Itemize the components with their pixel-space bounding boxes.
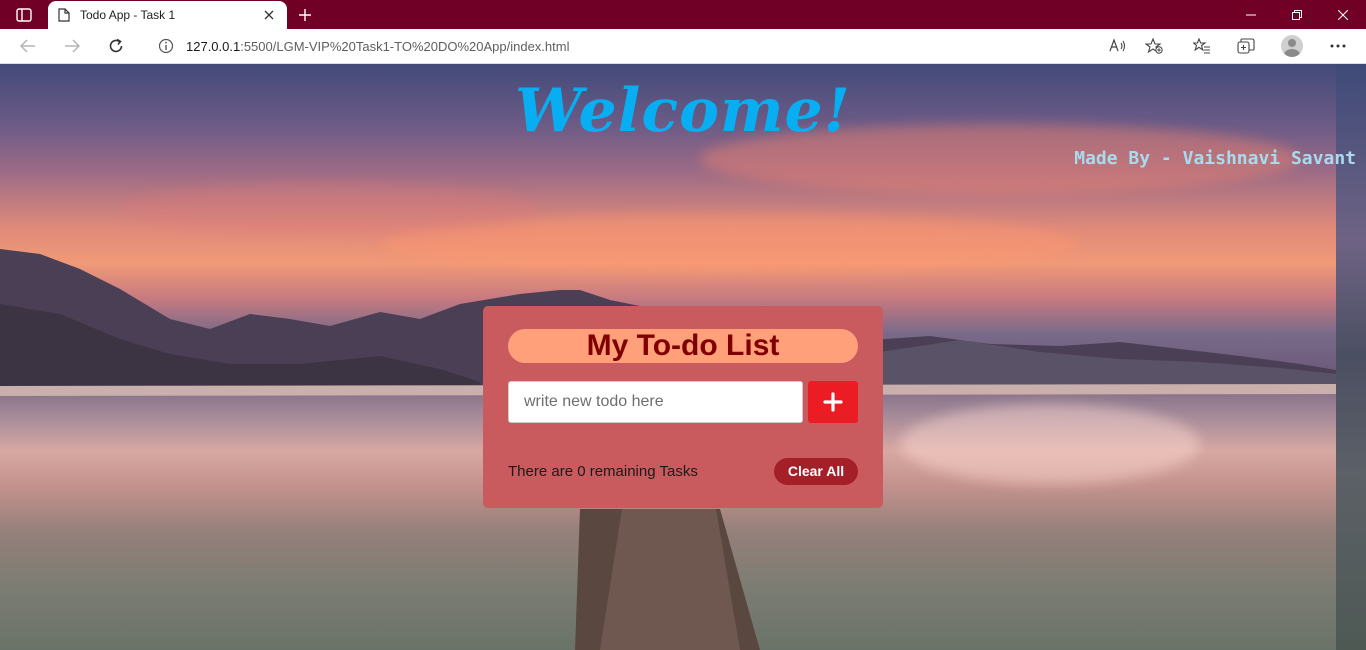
new-tab-button[interactable]: [292, 4, 318, 26]
settings-menu-button[interactable]: [1322, 32, 1354, 60]
sidebar-toggle-button[interactable]: [8, 4, 40, 26]
read-aloud-button[interactable]: [1106, 36, 1130, 56]
reload-icon: [109, 38, 123, 53]
url-path: :5500/LGM-VIP%20Task1-TO%20DO%20App/inde…: [240, 38, 570, 54]
browser-toolbar: 127.0.0.1:5500/LGM-VIP%20Task1-TO%20DO%2…: [0, 29, 1366, 64]
reload-button[interactable]: [100, 32, 132, 60]
close-icon: [264, 10, 274, 20]
collections-icon: [1237, 38, 1255, 54]
forward-button[interactable]: [56, 32, 88, 60]
new-todo-input[interactable]: [508, 381, 803, 423]
restore-button[interactable]: [1274, 0, 1320, 29]
todo-card: My To-do List There are 0 remaining Task…: [483, 306, 883, 508]
browser-tab[interactable]: Todo App - Task 1: [48, 1, 287, 29]
back-arrow-icon: [20, 39, 35, 53]
minimize-icon: [1246, 14, 1256, 15]
url-text[interactable]: 127.0.0.1:5500/LGM-VIP%20Task1-TO%20DO%2…: [186, 39, 569, 54]
welcome-heading: Welcome!: [514, 76, 851, 146]
tab-close-button[interactable]: [261, 7, 277, 23]
favorites-icon: [1193, 38, 1210, 54]
add-favorite-button[interactable]: [1142, 36, 1166, 56]
page-viewport: Welcome! Made By - Vaishnavi Savant My T…: [0, 64, 1366, 650]
browser-titlebar: Todo App - Task 1: [0, 0, 1366, 29]
collections-button[interactable]: [1230, 32, 1262, 60]
close-icon: [1338, 9, 1348, 20]
clear-all-button[interactable]: Clear All: [774, 458, 858, 485]
tab-title: Todo App - Task 1: [80, 8, 176, 22]
info-icon[interactable]: [158, 38, 174, 54]
forward-arrow-icon: [65, 39, 80, 53]
todo-title: My To-do List: [508, 329, 858, 363]
url-host: 127.0.0.1: [186, 38, 241, 54]
restore-icon: [1292, 9, 1302, 20]
address-bar[interactable]: 127.0.0.1:5500/LGM-VIP%20Task1-TO%20DO%2…: [146, 32, 1176, 60]
avatar: [1281, 35, 1303, 57]
plus-icon: [823, 392, 843, 412]
window-controls: [1228, 0, 1366, 29]
read-aloud-icon: [1109, 38, 1126, 52]
author-credit: Made By - Vaishnavi Savant: [1074, 148, 1356, 169]
close-window-button[interactable]: [1320, 0, 1366, 29]
star-plus-icon: [1145, 38, 1163, 54]
profile-button[interactable]: [1276, 32, 1308, 60]
add-todo-button[interactable]: [808, 381, 858, 423]
sidebar-icon: [16, 8, 32, 22]
minimize-button[interactable]: [1228, 0, 1274, 29]
back-button[interactable]: [12, 32, 44, 60]
favorites-button[interactable]: [1186, 32, 1218, 60]
remaining-tasks-text: There are 0 remaining Tasks: [508, 463, 698, 480]
more-icon: [1330, 44, 1346, 48]
page-icon: [58, 8, 70, 22]
plus-icon: [299, 9, 311, 21]
